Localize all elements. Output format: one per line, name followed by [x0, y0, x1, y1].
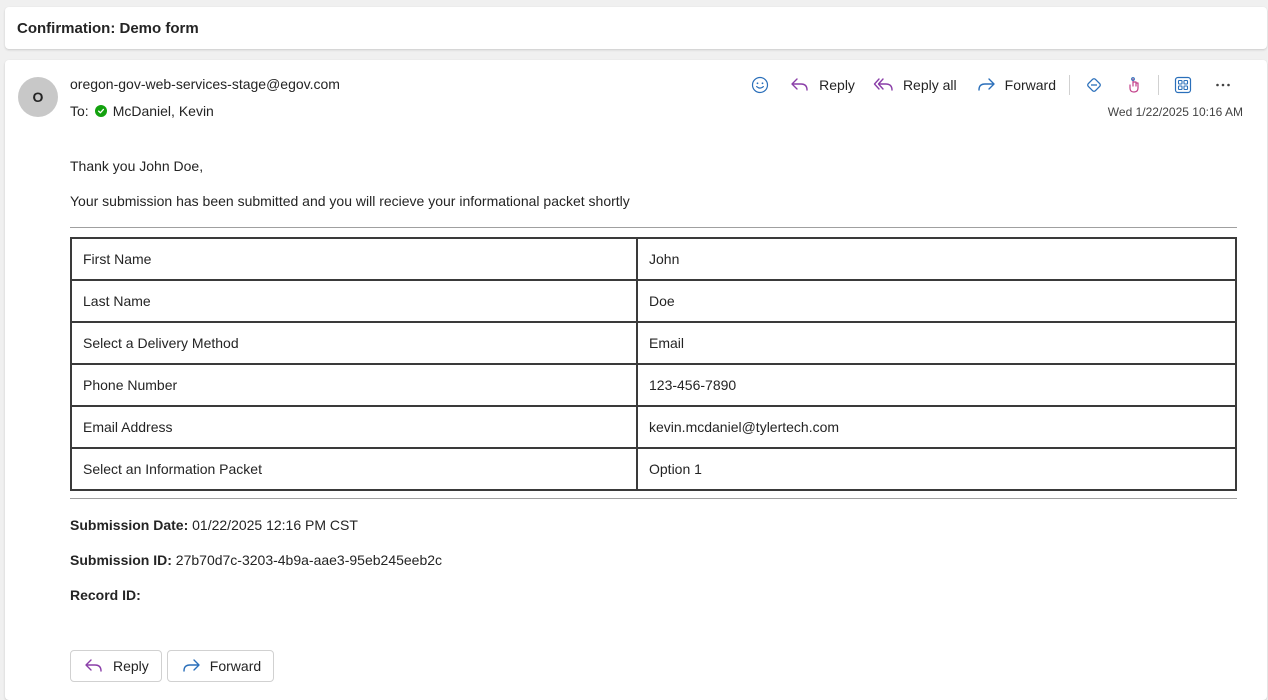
reply-icon	[789, 74, 811, 96]
touch-hand-icon	[1123, 74, 1145, 96]
field-value: Email	[636, 321, 1237, 365]
more-actions-button[interactable]	[1203, 72, 1243, 98]
reply-button[interactable]: Reply	[780, 72, 864, 98]
record-id: Record ID:	[70, 587, 141, 603]
field-value: John	[636, 237, 1237, 281]
reply-label: Reply	[819, 77, 855, 93]
subject-bar: Confirmation: Demo form	[5, 7, 1267, 49]
field-label: Phone Number	[70, 363, 638, 407]
field-label: Last Name	[70, 279, 638, 323]
reply-icon	[83, 655, 105, 677]
field-label: Select a Delivery Method	[70, 321, 638, 365]
toolbar-divider	[1069, 75, 1070, 95]
sender-avatar[interactable]: O	[18, 77, 58, 117]
table-row: Last Name Doe	[70, 279, 1237, 323]
forward-button[interactable]: Forward	[966, 72, 1065, 98]
table-row: Phone Number 123-456-7890	[70, 363, 1237, 407]
toolbar-divider	[1158, 75, 1159, 95]
footer-reply-button[interactable]: Reply	[70, 650, 162, 682]
field-value: Option 1	[636, 447, 1237, 491]
table-row: Select an Information Packet Option 1	[70, 447, 1237, 491]
greeting-text: Thank you John Doe,	[70, 158, 204, 174]
submission-table: First Name John Last Name Doe Select a D…	[70, 237, 1237, 491]
submission-date: Submission Date: 01/22/2025 12:16 PM CST	[70, 517, 358, 533]
message-toolbar: Reply Reply all Forward	[740, 72, 1243, 98]
table-row: Select a Delivery Method Email	[70, 321, 1237, 365]
email-subject: Confirmation: Demo form	[17, 19, 199, 37]
table-row: First Name John	[70, 237, 1237, 281]
message-card: O oregon-gov-web-services-stage@egov.com…	[5, 60, 1267, 700]
received-timestamp: Wed 1/22/2025 10:16 AM	[1107, 105, 1243, 119]
to-label: To:	[70, 103, 89, 119]
avatar-initial: O	[32, 89, 44, 105]
divider-bottom	[70, 498, 1237, 499]
apps-grid-icon	[1172, 74, 1194, 96]
field-value: Doe	[636, 279, 1237, 323]
submission-id-value: 27b70d7c-3203-4b9a-aae3-95eb245eeb2c	[175, 552, 443, 568]
field-label: Select an Information Packet	[70, 447, 638, 491]
footer-reply-label: Reply	[113, 658, 149, 674]
smiley-icon	[749, 74, 771, 96]
field-label: Email Address	[70, 405, 638, 449]
reply-all-button[interactable]: Reply all	[864, 72, 966, 98]
recipient-line: To: McDaniel, Kevin	[70, 103, 214, 119]
divider-top	[70, 227, 1237, 228]
recipient-name[interactable]: McDaniel, Kevin	[113, 103, 214, 119]
field-value: 123-456-7890	[636, 363, 1237, 407]
table-row: Email Address kevin.mcdaniel@tylertech.c…	[70, 405, 1237, 449]
field-value[interactable]: kevin.mcdaniel@tylertech.com	[636, 405, 1237, 449]
record-id-label: Record ID:	[70, 587, 141, 603]
apps-button[interactable]	[1163, 72, 1203, 98]
diamond-addin-icon	[1083, 74, 1105, 96]
footer-forward-label: Forward	[209, 658, 262, 674]
addin-button[interactable]	[1074, 72, 1114, 98]
field-label: First Name	[70, 237, 638, 281]
submission-date-value: 01/22/2025 12:16 PM CST	[192, 517, 358, 533]
touch-addin-button[interactable]	[1114, 72, 1154, 98]
reply-all-icon	[873, 74, 895, 96]
presence-available-icon	[94, 105, 107, 117]
emoji-react-button[interactable]	[740, 72, 780, 98]
intro-text: Your submission has been submitted and y…	[70, 193, 630, 209]
footer-forward-button[interactable]: Forward	[166, 650, 275, 682]
submission-id: Submission ID: 27b70d7c-3203-4b9a-aae3-9…	[70, 552, 442, 568]
more-horizontal-icon	[1212, 74, 1234, 96]
footer-actions: Reply Forward	[70, 650, 275, 682]
reply-all-label: Reply all	[902, 77, 957, 93]
forward-icon	[180, 655, 202, 677]
sender-email[interactable]: oregon-gov-web-services-stage@egov.com	[70, 76, 340, 92]
submission-id-label: Submission ID:	[70, 552, 172, 568]
forward-label: Forward	[1004, 77, 1056, 93]
submission-date-label: Submission Date:	[70, 517, 189, 533]
forward-icon	[975, 74, 997, 96]
